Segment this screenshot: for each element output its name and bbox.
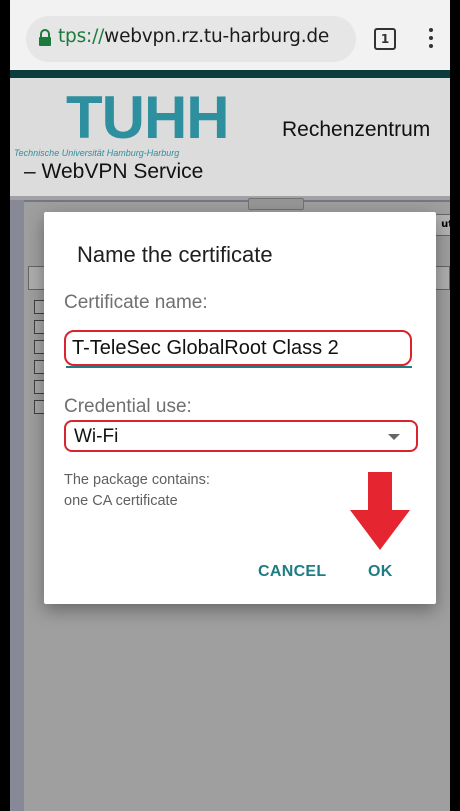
logo-subtitle: Technische Universität Hamburg-Harburg [14,148,180,158]
page-header: TUHH Technische Universität Hamburg-Harb… [10,78,450,196]
url-host: webvpn.rz.tu-harburg.de [104,26,330,47]
department-label: Rechenzentrum [282,118,431,141]
browser-toolbar: tps://webvpn.rz.tu-harburg.de 1 [10,0,450,78]
cancel-button[interactable]: CANCEL [252,559,332,585]
input-underline [66,366,412,368]
url-text[interactable]: tps://webvpn.rz.tu-harburg.de [58,26,329,47]
package-info-line-1: The package contains: [64,472,210,488]
certificate-name-input[interactable]: T-TeleSec GlobalRoot Class 2 [64,330,412,366]
red-arrow-annotation [350,472,410,550]
certificate-name-label: Certificate name: [64,292,208,313]
tuhh-logo: TUHH [66,84,230,151]
ok-button[interactable]: OK [362,559,399,585]
credential-use-select[interactable]: Wi-Fi [64,420,418,452]
tab-switcher-icon[interactable]: 1 [374,28,396,50]
url-scheme: tps:// [58,26,105,47]
chevron-down-icon [388,434,400,440]
package-info-line-2: one CA certificate [64,493,178,509]
package-info: The package contains: one CA certificate [64,470,210,512]
credential-use-value: Wi-Fi [74,426,119,447]
service-title: – WebVPN Service [24,160,204,183]
dialog-title: Name the certificate [77,242,273,267]
lock-icon [39,29,51,46]
credential-use-label: Credential use: [64,396,192,417]
overflow-menu-icon[interactable] [429,28,433,52]
